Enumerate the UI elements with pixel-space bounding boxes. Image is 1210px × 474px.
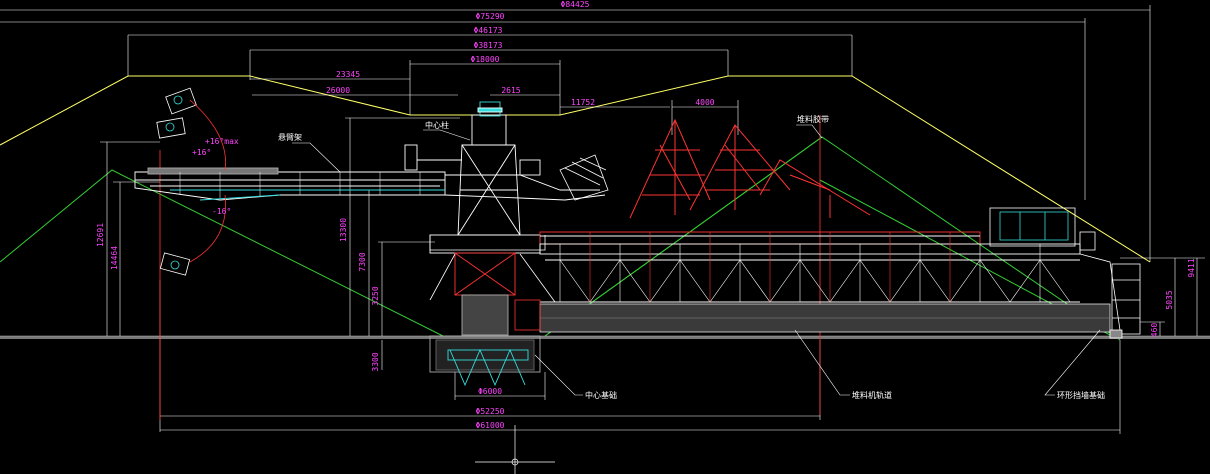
bottom-dimension-text: Φ6000 Φ52250 Φ61000 (476, 387, 505, 430)
bottom-dimensions (159, 280, 1121, 434)
dim-v-mast: 13300 (339, 218, 348, 242)
bucket-wheel-positions (156, 87, 226, 276)
dim-v-left-2: 14464 (110, 246, 119, 270)
label-circular-track: 堆料机轨道 (852, 390, 892, 400)
dim-bottom-2: Φ52250 (476, 407, 505, 416)
stacker-boom (134, 167, 606, 201)
dim-angle-mid: +16° (192, 148, 211, 157)
dim-v-left-1: 12691 (96, 223, 105, 247)
dim-right-mid: 11752 (571, 98, 595, 107)
bridge-red-posts (589, 232, 951, 302)
left-vertical-dimensions (100, 117, 460, 370)
right-vertical-dimension-text: 9411 5035 460 (1150, 258, 1196, 337)
label-center-column: 中心柱 (425, 120, 449, 130)
ground-line (0, 335, 1210, 339)
label-boom: 悬臂架 (278, 132, 302, 142)
top-dimension-text: Φ84425 Φ75290 Φ46173 Φ38173 Φ18000 23345… (326, 0, 715, 107)
dim-top-span-2: Φ75290 (476, 12, 505, 21)
angle-labels: +16°max +16° -16° (192, 137, 239, 216)
label-center-foundation: 中心基础 (585, 390, 617, 400)
dim-v-boom: 3250 (371, 286, 380, 305)
dim-top-span-3: Φ46173 (474, 26, 503, 35)
dim-angle-up: +16°max (205, 137, 239, 146)
dim-v-pit: 3300 (371, 352, 380, 371)
storage-shed-truss (629, 118, 871, 219)
dim-right-small: 2615 (501, 86, 520, 95)
dim-top-span-1: Φ84425 (561, 0, 590, 9)
dim-v-right-3: 460 (1150, 323, 1159, 338)
label-retaining-wall: 环形挡墙基础 (1057, 390, 1105, 400)
label-shed: 堆料胶带 (797, 114, 829, 124)
left-vertical-dimension-text: 12691 14464 13300 7300 3250 3300 (96, 218, 380, 372)
ucs-crosshair-icon (475, 425, 555, 474)
dim-left-2: 26000 (326, 86, 350, 95)
dim-v-column: 7300 (358, 252, 367, 271)
dim-v-right-1: 9411 (1187, 258, 1196, 277)
boom-tail-chute (559, 154, 609, 201)
cad-drawing-canvas: Φ84425 Φ75290 Φ46173 Φ38173 Φ18000 23345… (0, 0, 1210, 474)
dim-top-span-4: Φ38173 (474, 41, 503, 50)
stacker-reclaimer-elevation-drawing: Φ84425 Φ75290 Φ46173 Φ38173 Φ18000 23345… (0, 0, 1210, 474)
dim-angle-down: -16° (212, 207, 231, 216)
top-dimension-lines (0, 5, 1151, 262)
boom-truss-lines (179, 172, 421, 198)
dim-v-right-2: 5035 (1165, 290, 1174, 309)
dim-bottom-1: Φ6000 (478, 387, 502, 396)
dim-left-1: 23345 (336, 70, 360, 79)
bridge-truss (539, 231, 1081, 303)
reclaim-hopper-strip (539, 303, 1111, 333)
dim-shed-span: 4000 (695, 98, 714, 107)
bridge-diagonals (559, 259, 1071, 303)
dim-center-span: Φ18000 (471, 55, 500, 64)
dim-bottom-3: Φ61000 (476, 421, 505, 430)
center-column-base (429, 234, 541, 387)
